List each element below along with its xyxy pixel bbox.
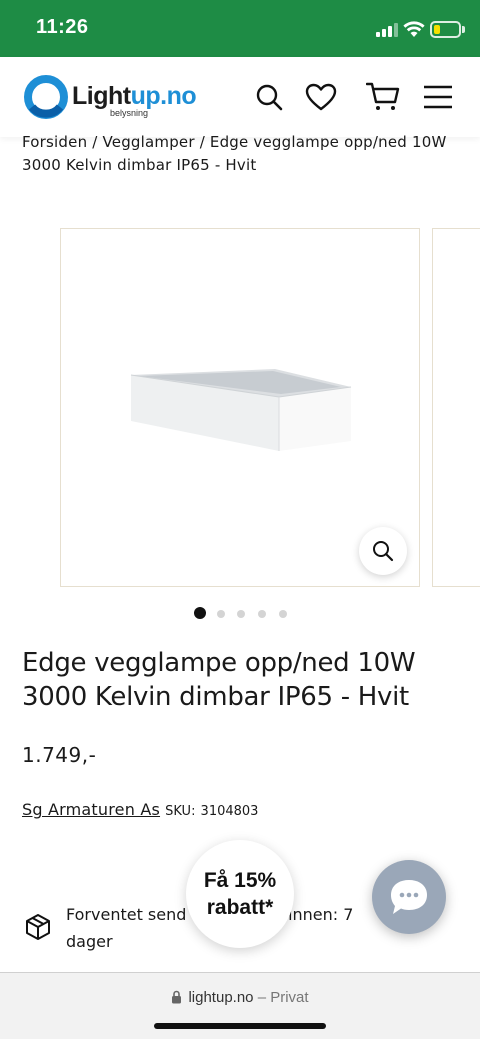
url-bar[interactable]: lightup.no – Privat	[0, 989, 480, 1006]
package-icon	[26, 914, 50, 940]
discount-line2: rabatt*	[206, 896, 274, 919]
breadcrumb[interactable]: Forsiden / Vegglamper / Edge vegglampe o…	[22, 131, 462, 177]
status-time: 11:26	[36, 16, 89, 38]
vendor-link[interactable]: Sg Armaturen As	[22, 800, 160, 819]
gallery-dot[interactable]	[194, 607, 206, 619]
lightup-logo[interactable]: Lightup.no belysning	[22, 73, 212, 123]
product-price: 1.749,-	[22, 743, 97, 767]
heart-icon[interactable]	[303, 79, 339, 115]
logo-text: Lightup.no	[72, 82, 197, 110]
gallery-dot[interactable]	[258, 610, 266, 618]
chat-button[interactable]	[372, 860, 446, 934]
vendor-row: Sg Armaturen As SKU: 3104803	[22, 800, 258, 819]
battery-cap	[462, 26, 465, 33]
site-header: Lightup.no belysning	[0, 57, 480, 137]
zoom-icon	[373, 541, 394, 562]
product-image-frame[interactable]	[60, 228, 420, 587]
chat-icon	[391, 880, 427, 914]
product-title: Edge vegglampe opp/ned 10W 3000 Kelvin d…	[22, 648, 416, 712]
sku-label: SKU:	[165, 804, 196, 819]
url-text: lightup.no	[188, 989, 254, 1006]
logo-ring-icon	[24, 75, 68, 119]
battery-icon	[430, 21, 461, 38]
wifi-icon	[403, 21, 425, 37]
private-mode-label: – Privat	[257, 989, 309, 1006]
logo-subtitle: belysning	[110, 108, 149, 118]
browser-bar: lightup.no – Privat	[0, 972, 480, 1039]
zoom-button[interactable]	[359, 527, 407, 575]
signal-icon	[376, 23, 400, 37]
next-image-preview[interactable]	[432, 228, 480, 587]
gallery-dot[interactable]	[217, 610, 225, 618]
cart-icon[interactable]	[365, 79, 401, 115]
discount-badge[interactable]: Få 15% rabatt*	[186, 840, 294, 948]
lock-icon	[172, 990, 182, 1004]
gallery-dot[interactable]	[279, 610, 287, 618]
sku-value: 3104803	[200, 804, 259, 819]
gallery-dot[interactable]	[237, 610, 245, 618]
status-bar: 11:26	[0, 0, 480, 57]
search-icon[interactable]	[251, 79, 287, 115]
home-indicator[interactable]	[154, 1023, 326, 1029]
menu-icon[interactable]	[420, 79, 456, 115]
discount-line1: Få 15%	[203, 869, 277, 892]
product-image	[130, 369, 352, 451]
